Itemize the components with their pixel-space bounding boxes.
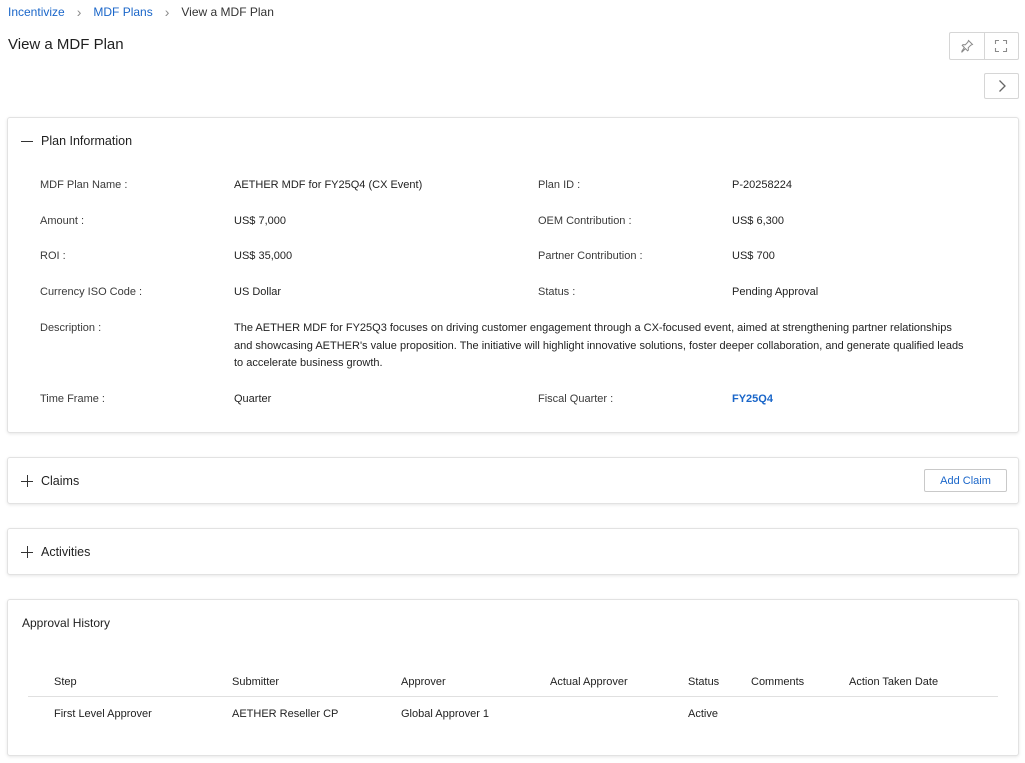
currency-value: US Dollar: [234, 286, 282, 298]
add-claim-button[interactable]: Add Claim: [924, 469, 1007, 492]
plan-id-value: P-20258224: [732, 179, 792, 191]
plan-information-header[interactable]: Plan Information: [8, 118, 1018, 164]
table-row: First Level Approver AETHER Reseller CP …: [28, 697, 998, 731]
column-header-approver: Approver: [401, 676, 446, 688]
page-title: View a MDF Plan: [8, 36, 124, 53]
pin-icon: [961, 39, 974, 53]
description-value: The AETHER MDF for FY25Q3 focuses on dri…: [234, 322, 964, 369]
plan-information-card: Plan Information MDF Plan Name : AETHER …: [7, 117, 1019, 433]
chevron-right-icon: ›: [76, 4, 82, 20]
partner-contribution-label: Partner Contribution :: [538, 250, 643, 262]
time-frame-label: Time Frame :: [40, 393, 105, 405]
breadcrumb-mdf-plans[interactable]: MDF Plans: [93, 5, 152, 19]
roi-value: US$ 35,000: [234, 250, 293, 262]
fullscreen-button[interactable]: [983, 33, 1019, 59]
time-frame-value: Quarter: [234, 393, 272, 405]
breadcrumb-current: View a MDF Plan: [181, 5, 274, 19]
plan-information-title: Plan Information: [41, 134, 133, 148]
column-header-step: Step: [54, 676, 77, 688]
minus-icon: [21, 135, 33, 147]
fiscal-quarter-label: Fiscal Quarter :: [538, 393, 614, 405]
expand-icon: [995, 39, 1008, 53]
activities-header[interactable]: Activities: [8, 529, 1018, 575]
column-header-submitter: Submitter: [232, 676, 280, 688]
claims-card: Claims Add Claim: [7, 457, 1019, 504]
plus-icon: [21, 546, 33, 558]
currency-label: Currency ISO Code :: [40, 286, 143, 298]
activities-title: Activities: [41, 545, 91, 559]
roi-label: ROI :: [40, 250, 66, 262]
cell-status: Active: [688, 708, 718, 720]
claims-header[interactable]: Claims: [8, 458, 1018, 504]
amount-label: Amount :: [40, 215, 85, 227]
column-header-action-taken-date: Action Taken Date: [849, 676, 939, 688]
chevron-right-icon: ›: [164, 4, 170, 20]
plan-name-value: AETHER MDF for FY25Q4 (CX Event): [234, 179, 423, 191]
breadcrumb-incentivize[interactable]: Incentivize: [8, 5, 65, 19]
plan-id-label: Plan ID :: [538, 179, 581, 191]
breadcrumb: Incentivize › MDF Plans › View a MDF Pla…: [8, 5, 274, 19]
oem-contribution-label: OEM Contribution :: [538, 215, 632, 227]
description-label: Description :: [40, 322, 102, 334]
next-button[interactable]: [984, 73, 1019, 99]
activities-card: Activities: [7, 528, 1019, 575]
approval-history-title: Approval History: [22, 616, 111, 630]
column-header-status: Status: [688, 676, 720, 688]
status-label: Status :: [538, 286, 576, 298]
chevron-right-icon: [998, 80, 1006, 92]
cell-approver: Global Approver 1: [401, 708, 490, 720]
amount-value: US$ 7,000: [234, 215, 286, 227]
plus-icon: [21, 475, 33, 487]
partner-contribution-value: US$ 700: [732, 250, 775, 262]
approval-history-table: Step Submitter Approver Actual Approver …: [28, 668, 998, 731]
claims-title: Claims: [41, 474, 80, 488]
approval-history-card: Approval History Step Submitter Approver…: [7, 599, 1019, 756]
column-header-comments: Comments: [751, 676, 805, 688]
status-value: Pending Approval: [732, 286, 819, 298]
fiscal-quarter-link[interactable]: FY25Q4: [732, 393, 773, 405]
pin-button[interactable]: [950, 33, 984, 59]
oem-contribution-value: US$ 6,300: [732, 215, 784, 227]
cell-step: First Level Approver: [54, 708, 152, 720]
view-toolbar: [949, 32, 1019, 60]
cell-submitter: AETHER Reseller CP: [232, 708, 339, 720]
plan-name-label: MDF Plan Name :: [40, 179, 128, 191]
column-header-actual-approver: Actual Approver: [550, 676, 628, 688]
table-header: Step Submitter Approver Actual Approver …: [28, 668, 998, 697]
